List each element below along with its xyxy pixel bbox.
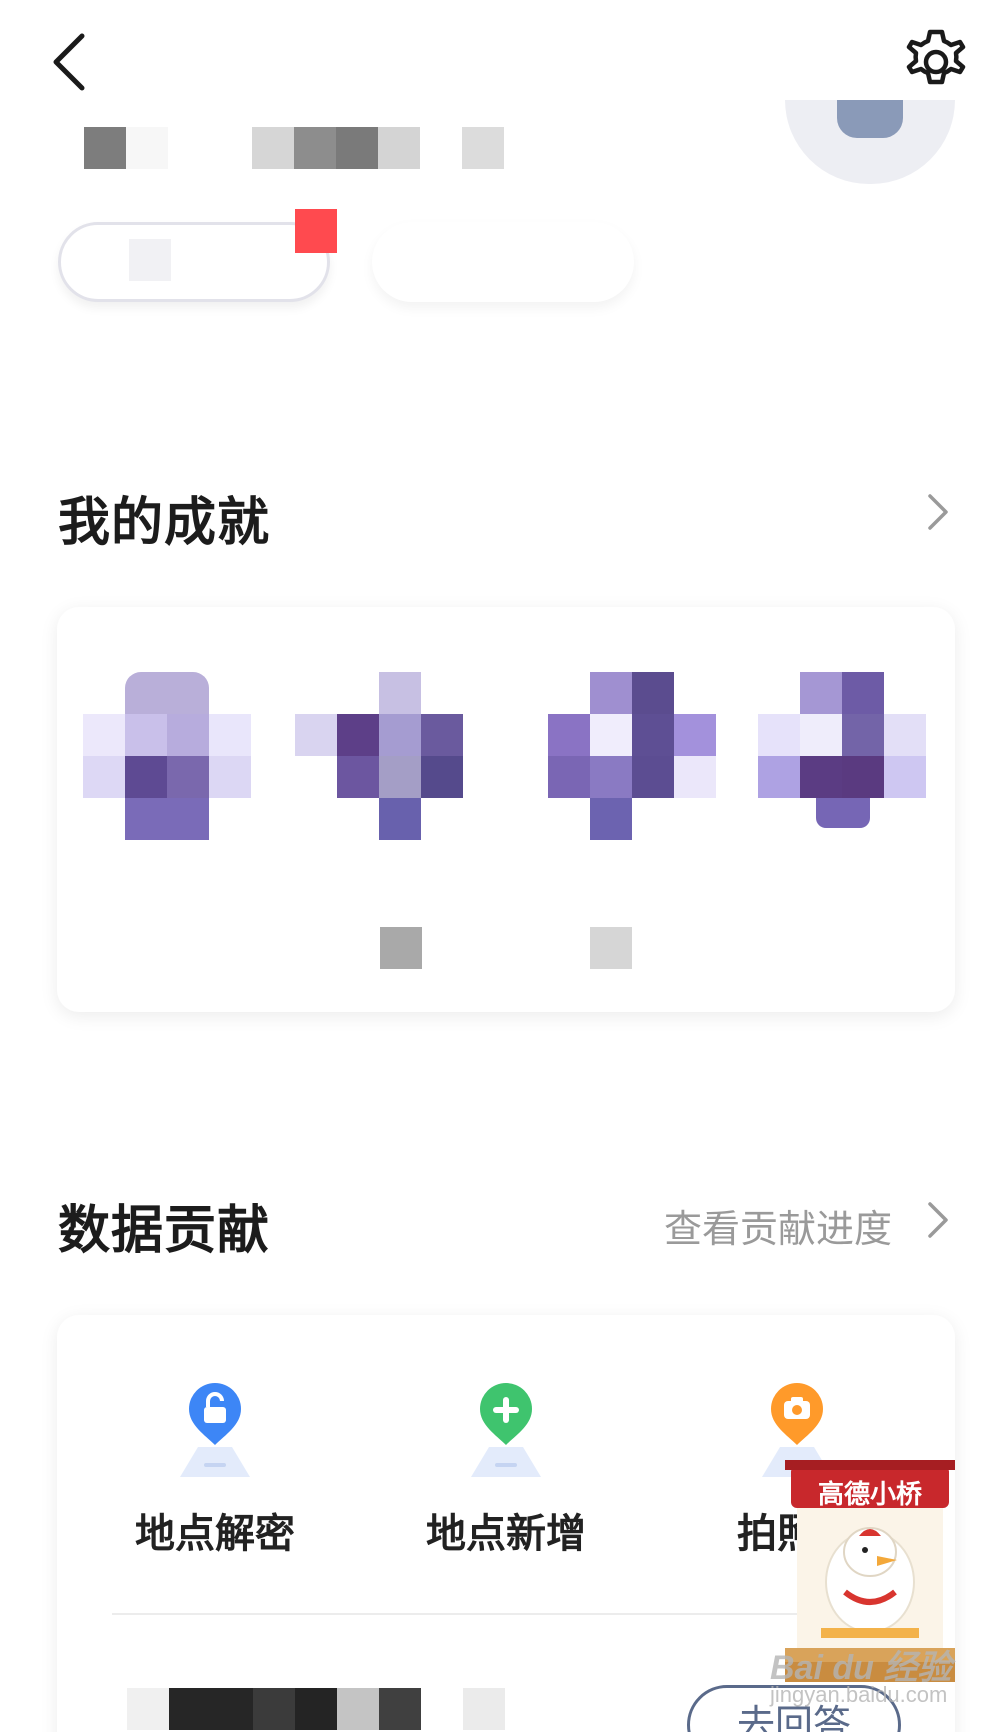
achievements-title: 我的成就 <box>58 494 271 552</box>
badge-name-pixelated <box>380 927 422 969</box>
gear-icon <box>906 29 966 85</box>
contrib-item-add[interactable]: 地点新增 <box>396 1375 616 1559</box>
achievement-badge[interactable] <box>758 672 928 847</box>
view-progress-chevron[interactable] <box>922 1198 952 1242</box>
settings-button[interactable] <box>900 26 972 98</box>
notification-badge <box>295 209 337 253</box>
chevron-right-icon <box>928 494 948 530</box>
view-progress-link[interactable]: 查看贡献进度 <box>664 1198 892 1253</box>
achievement-badge[interactable] <box>548 672 718 847</box>
question-text-pixelated <box>127 1688 507 1730</box>
achievements-more-button[interactable] <box>922 490 952 534</box>
achievement-badge[interactable] <box>83 672 253 847</box>
achievement-badge[interactable] <box>295 672 465 847</box>
contrib-item-unlock[interactable]: 地点解密 <box>105 1375 325 1559</box>
watermark-url: jingyan.baidu.com <box>770 1682 948 1707</box>
badge-name-pixelated <box>590 927 632 969</box>
plus-pin-icon <box>471 1383 541 1477</box>
profile-tag-pill[interactable] <box>372 222 634 302</box>
back-button[interactable] <box>44 30 94 94</box>
username-pixelated <box>84 127 506 169</box>
chevron-right-icon <box>928 1202 948 1238</box>
divider <box>112 1613 902 1615</box>
avatar[interactable] <box>785 100 955 184</box>
profile-tag-pill[interactable] <box>58 222 330 302</box>
unlock-pin-icon <box>180 1383 250 1477</box>
mascot-title: 高德小桥 <box>817 1479 922 1509</box>
contrib-label: 地点新增 <box>426 1512 586 1556</box>
chevron-left-icon <box>53 33 85 91</box>
achievements-card <box>57 607 955 1012</box>
contrib-label: 地点解密 <box>135 1512 295 1556</box>
data-contribution-title: 数据贡献 <box>58 1202 271 1260</box>
